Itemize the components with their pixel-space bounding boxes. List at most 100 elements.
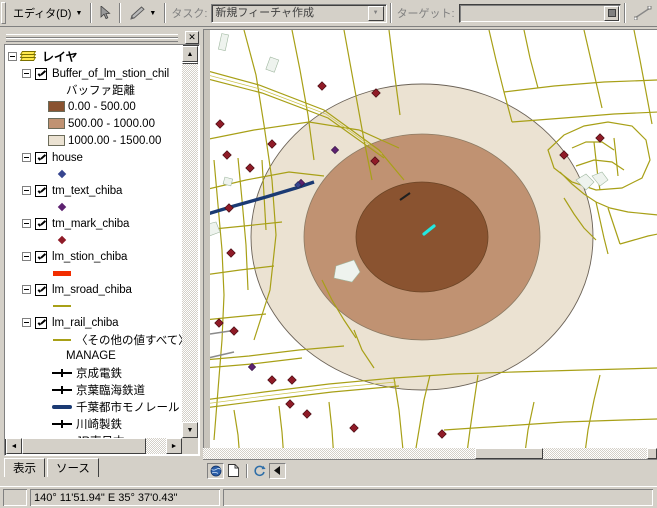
layers-stack-icon <box>19 50 37 63</box>
legend-rail-label-1: 京葉臨海鉄道 <box>76 384 145 397</box>
legend-rail-1[interactable]: 京葉臨海鉄道 <box>8 381 183 398</box>
tab-display-label: 表示 <box>13 463 36 475</box>
layer-label-tm-text: tm_text_chiba <box>52 184 123 197</box>
sidebar-item-lm-sroad[interactable]: lm_sroad_chiba <box>8 281 183 298</box>
toc-vscroll-thumb[interactable] <box>182 62 198 64</box>
layout-view-button[interactable] <box>225 462 242 479</box>
page-icon <box>228 464 239 477</box>
select-tool-button[interactable] <box>95 3 116 24</box>
symbol-box-lm-stion <box>48 270 76 276</box>
legend-class-1[interactable]: 500.00 - 1000.00 <box>8 115 183 132</box>
map-horizontal-scrollbar[interactable] <box>203 448 657 459</box>
refresh-button[interactable] <box>251 462 268 479</box>
legend-label-1: 500.00 - 1000.00 <box>68 117 155 130</box>
triangle-down-icon: ▼ <box>186 426 194 434</box>
legend-class-2[interactable]: 1000.00 - 1500.00 <box>8 132 183 149</box>
layer-checkbox-tm-mark[interactable] <box>35 217 47 230</box>
layer-checkbox-house[interactable] <box>35 151 47 164</box>
toc-close-button[interactable]: ✕ <box>185 31 199 44</box>
attributes-button[interactable] <box>629 3 657 24</box>
map-canvas[interactable] <box>204 30 657 459</box>
expander-icon-tm-mark[interactable] <box>22 219 31 228</box>
toolbar-separator-3 <box>164 3 167 23</box>
legend-rail-0[interactable]: 京成電鉄 <box>8 364 183 381</box>
symbol-row-lm-stion <box>8 265 183 281</box>
expander-icon-tm-text[interactable] <box>22 186 31 195</box>
rail-symbol-icon-1 <box>52 385 72 394</box>
scrollbar-corner <box>182 438 198 454</box>
refresh-icon <box>254 465 266 476</box>
toc-root-label: レイヤ <box>42 50 78 64</box>
sidebar-item-tm-text[interactable]: tm_text_chiba <box>8 182 183 199</box>
layer-label-tm-mark: tm_mark_chiba <box>52 217 130 230</box>
map-hscroll-thumb[interactable] <box>475 448 543 459</box>
legend-rail-3[interactable]: 川崎製鉄 <box>8 415 183 432</box>
task-combobox[interactable]: 新規フィーチャ作成 ▼ <box>211 3 387 23</box>
arrow-cursor-icon <box>100 6 111 20</box>
legend-label-0: 0.00 - 500.00 <box>68 100 136 113</box>
editor-menu-button[interactable]: エディタ(D) ▼ <box>8 3 87 24</box>
legend-rail-label-2: 千葉都市モノレール <box>76 401 180 414</box>
layer-checkbox-tm-text[interactable] <box>35 184 47 197</box>
pause-drawing-icon <box>274 466 280 475</box>
sidebar-item-buffer[interactable]: Buffer_of_lm_stion_chil <box>8 65 183 82</box>
expander-icon-lm-rail[interactable] <box>22 318 31 327</box>
legend-swatch-0 <box>48 101 65 112</box>
layer-label-house: house <box>52 151 83 164</box>
map-view[interactable] <box>203 29 657 459</box>
triangle-up-icon: ▲ <box>186 50 194 58</box>
sidebar-item-lm-rail[interactable]: lm_rail_chiba <box>8 314 183 331</box>
layer-checkbox-lm-rail[interactable] <box>35 316 47 329</box>
toc-vertical-scrollbar[interactable]: ▲ ▼ <box>182 46 198 438</box>
scroll-right-button[interactable]: ► <box>166 438 182 454</box>
sidebar-item-lm-stion[interactable]: lm_stion_chiba <box>8 248 183 265</box>
legend-rail-2[interactable]: 千葉都市モノレール <box>8 398 183 415</box>
sidebar-item-tm-mark[interactable]: tm_mark_chiba <box>8 215 183 232</box>
expander-icon-buffer[interactable] <box>22 69 31 78</box>
scroll-down-button[interactable]: ▼ <box>182 422 198 438</box>
toolbar-grip[interactable] <box>1 2 6 24</box>
symbol-box-rail-1 <box>48 385 76 394</box>
scroll-left-button[interactable]: ◄ <box>6 438 22 454</box>
map-control-separator <box>246 463 248 478</box>
pause-drawing-button[interactable] <box>269 462 286 479</box>
legend-class-0[interactable]: 0.00 - 500.00 <box>8 98 183 115</box>
map-left-gutter <box>204 30 210 459</box>
scroll-up-button[interactable]: ▲ <box>182 46 198 62</box>
legend-rail-label-0: 京成電鉄 <box>76 367 122 380</box>
target-dropdown-button[interactable] <box>604 5 619 21</box>
map-hscroll-right-button[interactable] <box>647 448 657 459</box>
data-view-button[interactable] <box>207 462 224 479</box>
point-symbol-icon-house <box>57 169 67 179</box>
toc-root-layers[interactable]: レイヤ <box>8 48 183 65</box>
toc-vscroll-track[interactable] <box>182 62 198 422</box>
line-symbol-icon-lm-sroad <box>53 305 71 307</box>
triangle-right-icon: ► <box>170 442 178 450</box>
layer-checkbox-lm-sroad[interactable] <box>35 283 47 296</box>
symbol-box-tm-mark <box>48 235 76 245</box>
tab-source[interactable]: ソース <box>47 458 99 477</box>
rail-symbol-icon-3 <box>52 419 72 428</box>
task-dropdown-button[interactable]: ▼ <box>367 5 384 21</box>
tab-display[interactable]: 表示 <box>4 458 45 477</box>
layer-checkbox-lm-stion[interactable] <box>35 250 47 263</box>
layer-tree[interactable]: レイヤ Buffer_of_lm_stion_chil バッファ距離 0.00 … <box>5 45 183 439</box>
sketch-tool-button[interactable]: ▼ <box>124 3 161 24</box>
legend-other-values[interactable]: 〈その他の値すべて〉 <box>8 331 183 348</box>
task-value: 新規フィーチャ作成 <box>215 6 315 19</box>
status-cell-left <box>3 489 27 506</box>
status-cell-right <box>223 489 653 506</box>
toc-drag-grip[interactable] <box>6 34 178 42</box>
expander-icon-lm-sroad[interactable] <box>22 285 31 294</box>
layer-checkbox-buffer[interactable] <box>35 67 47 80</box>
rail-symbol-icon-2 <box>52 404 72 409</box>
expander-icon-root[interactable] <box>8 52 17 61</box>
target-combobox[interactable] <box>458 3 621 23</box>
expander-icon-house[interactable] <box>22 153 31 162</box>
toc-hscroll-thumb[interactable] <box>22 438 146 454</box>
sidebar-item-house[interactable]: house <box>8 149 183 166</box>
expander-icon-lm-stion[interactable] <box>22 252 31 261</box>
chevron-down-icon-3: ▼ <box>372 10 379 16</box>
toc-horizontal-scrollbar[interactable]: ◄ ► <box>6 438 182 454</box>
map-control-bar <box>203 459 657 481</box>
